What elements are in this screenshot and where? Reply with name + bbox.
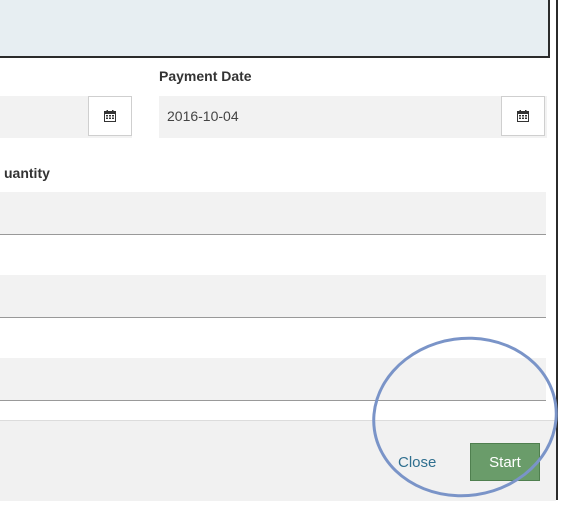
quantity-label: uantity xyxy=(4,165,50,181)
form-input-3[interactable] xyxy=(0,358,546,401)
start-button[interactable]: Start xyxy=(470,443,540,481)
calendar-button-left[interactable] xyxy=(88,96,132,136)
calendar-button-payment-date[interactable] xyxy=(501,96,545,136)
calendar-icon xyxy=(104,110,116,122)
calendar-icon xyxy=(517,110,529,122)
form-input-2[interactable] xyxy=(0,275,546,318)
payment-date-value[interactable]: 2016-10-04 xyxy=(167,108,239,124)
modal-dialog: Payment Date 2016-10-04 uantity Close St… xyxy=(0,0,558,501)
modal-header xyxy=(0,0,550,58)
quantity-input[interactable] xyxy=(0,192,546,235)
close-button[interactable]: Close xyxy=(398,454,436,471)
payment-date-label: Payment Date xyxy=(159,68,252,84)
date-field-left[interactable] xyxy=(0,96,132,138)
payment-date-field[interactable]: 2016-10-04 xyxy=(159,96,547,138)
